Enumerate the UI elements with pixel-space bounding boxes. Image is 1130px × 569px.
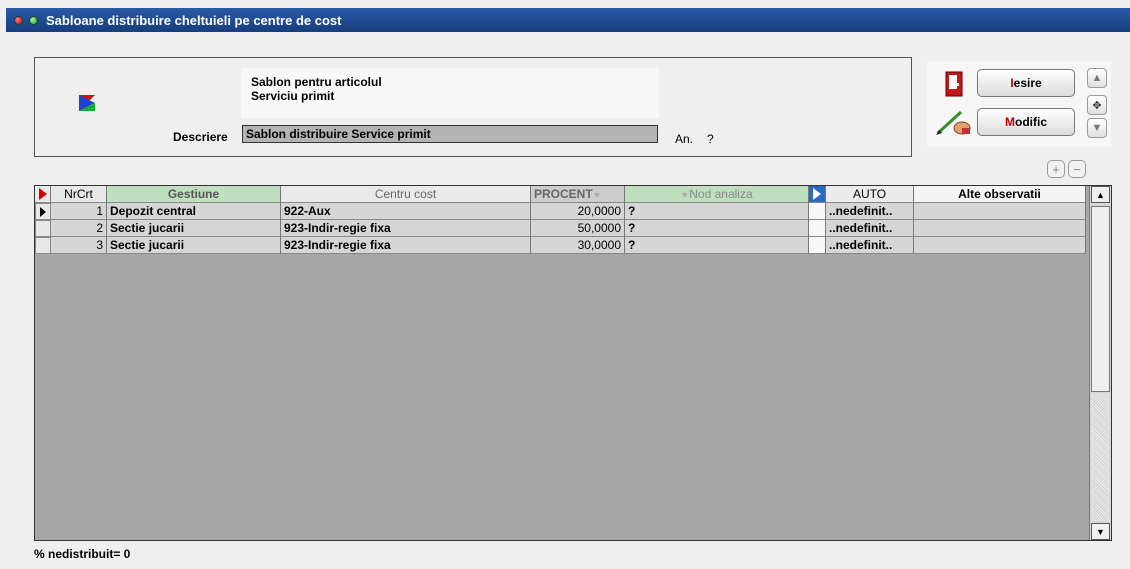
- table-row[interactable]: 2 Sectie jucarii 923-Indir-regie fixa 50…: [35, 220, 1086, 237]
- modify-accel: M: [1005, 115, 1015, 129]
- cell-alte[interactable]: [914, 237, 1086, 254]
- move-icon[interactable]: ✥: [1087, 95, 1107, 115]
- arrow-down-icon[interactable]: ▼: [1087, 118, 1107, 138]
- description-field[interactable]: Sablon distribuire Service primit: [242, 125, 658, 143]
- logo-icon: [79, 95, 95, 111]
- cell-gestiune[interactable]: Depozit central: [107, 203, 281, 220]
- cell-alte[interactable]: [914, 220, 1086, 237]
- action-panel: Iesire Modific ▲ ✥ ▼: [927, 61, 1111, 147]
- modify-label: odific: [1015, 115, 1047, 129]
- cell-auto[interactable]: ..nedefinit..: [826, 220, 914, 237]
- col-alte-observatii[interactable]: Alte observatii: [914, 186, 1086, 203]
- exit-label: esire: [1013, 76, 1042, 90]
- cell-procent[interactable]: 50,0000: [531, 220, 625, 237]
- cell-centru-cost[interactable]: 922-Aux: [281, 203, 531, 220]
- title-bar: Sabloane distribuire cheltuieli pe centr…: [6, 8, 1130, 32]
- cell-nr[interactable]: 3: [51, 237, 107, 254]
- cell-spacer: [809, 203, 826, 220]
- exit-button[interactable]: Iesire: [977, 69, 1075, 97]
- cell-spacer: [809, 237, 826, 254]
- door-exit-icon: [945, 71, 963, 97]
- scroll-down-icon[interactable]: ▼: [1091, 523, 1110, 540]
- cell-nr[interactable]: 1: [51, 203, 107, 220]
- vertical-scrollbar[interactable]: ▲ ▼: [1089, 186, 1111, 540]
- col-procent[interactable]: PROCENT▼: [531, 186, 625, 203]
- template-line-2: Serviciu primit: [251, 89, 335, 103]
- distribution-grid: NrCrt Gestiune Centru cost PROCENT▼ ▼Nod…: [34, 185, 1112, 541]
- cell-spacer: [809, 220, 826, 237]
- col-auto[interactable]: AUTO: [826, 186, 914, 203]
- row-marker-header: [35, 186, 51, 203]
- template-line-1: Sablon pentru articolul: [251, 75, 382, 89]
- cell-gestiune[interactable]: Sectie jucarii: [107, 237, 281, 254]
- close-dot-icon[interactable]: [14, 15, 23, 25]
- year-label: An.: [675, 132, 694, 146]
- current-row-icon: [40, 206, 46, 217]
- col-nod-analiza[interactable]: ▼Nod analiza: [625, 186, 809, 203]
- cell-nod-analiza[interactable]: ?: [625, 220, 809, 237]
- col-procent-label: PROCENT: [534, 187, 593, 201]
- expand-marker[interactable]: [809, 186, 826, 203]
- table-row[interactable]: 3 Sectie jucarii 923-Indir-regie fixa 30…: [35, 237, 1086, 254]
- col-gestiune[interactable]: Gestiune: [107, 186, 281, 203]
- grid-header: NrCrt Gestiune Centru cost PROCENT▼ ▼Nod…: [35, 186, 1086, 203]
- cell-procent[interactable]: 30,0000: [531, 237, 625, 254]
- description-label: Descriere: [173, 130, 228, 144]
- cell-nod-analiza[interactable]: ?: [625, 203, 809, 220]
- scroll-up-icon[interactable]: ▲: [1091, 186, 1110, 203]
- cell-nod-analiza[interactable]: ?: [625, 237, 809, 254]
- year-value[interactable]: ?: [707, 132, 714, 146]
- cell-auto[interactable]: ..nedefinit..: [826, 203, 914, 220]
- table-row[interactable]: 1 Depozit central 922-Aux 20,0000 ? ..ne…: [35, 203, 1086, 220]
- minimize-dot-icon[interactable]: [29, 15, 38, 25]
- scroll-thumb[interactable]: [1091, 206, 1110, 392]
- arrow-up-icon[interactable]: ▲: [1087, 68, 1107, 88]
- cell-gestiune[interactable]: Sectie jucarii: [107, 220, 281, 237]
- modify-button[interactable]: Modific: [977, 108, 1075, 136]
- cell-alte[interactable]: [914, 203, 1086, 220]
- undistributed-status: % nedistribuit= 0: [34, 547, 131, 561]
- header-panel: Sablon pentru articolul Serviciu primit …: [34, 57, 912, 157]
- red-marker-icon: [38, 188, 47, 200]
- row-selector[interactable]: [35, 220, 51, 237]
- row-selector[interactable]: [35, 203, 51, 220]
- cell-procent[interactable]: 20,0000: [531, 203, 625, 220]
- scroll-track[interactable]: [1091, 393, 1110, 521]
- col-centru-cost[interactable]: Centru cost: [281, 186, 531, 203]
- cell-centru-cost[interactable]: 923-Indir-regie fixa: [281, 237, 531, 254]
- row-selector[interactable]: [35, 237, 51, 254]
- sort-down-icon: ▼: [680, 190, 690, 200]
- window-title: Sabloane distribuire cheltuieli pe centr…: [46, 12, 342, 28]
- col-nod-label: Nod analiza: [689, 187, 753, 201]
- template-info: Sablon pentru articolul Serviciu primit: [241, 68, 659, 118]
- plus-icon[interactable]: +: [1047, 160, 1065, 178]
- col-nrcrt[interactable]: NrCrt: [51, 186, 107, 203]
- sort-down-icon: ▼: [592, 190, 602, 200]
- cell-nr[interactable]: 2: [51, 220, 107, 237]
- expand-arrow-icon: [813, 188, 821, 200]
- cell-auto[interactable]: ..nedefinit..: [826, 237, 914, 254]
- cell-centru-cost[interactable]: 923-Indir-regie fixa: [281, 220, 531, 237]
- pencil-icon: [936, 110, 971, 135]
- minus-icon[interactable]: −: [1068, 160, 1086, 178]
